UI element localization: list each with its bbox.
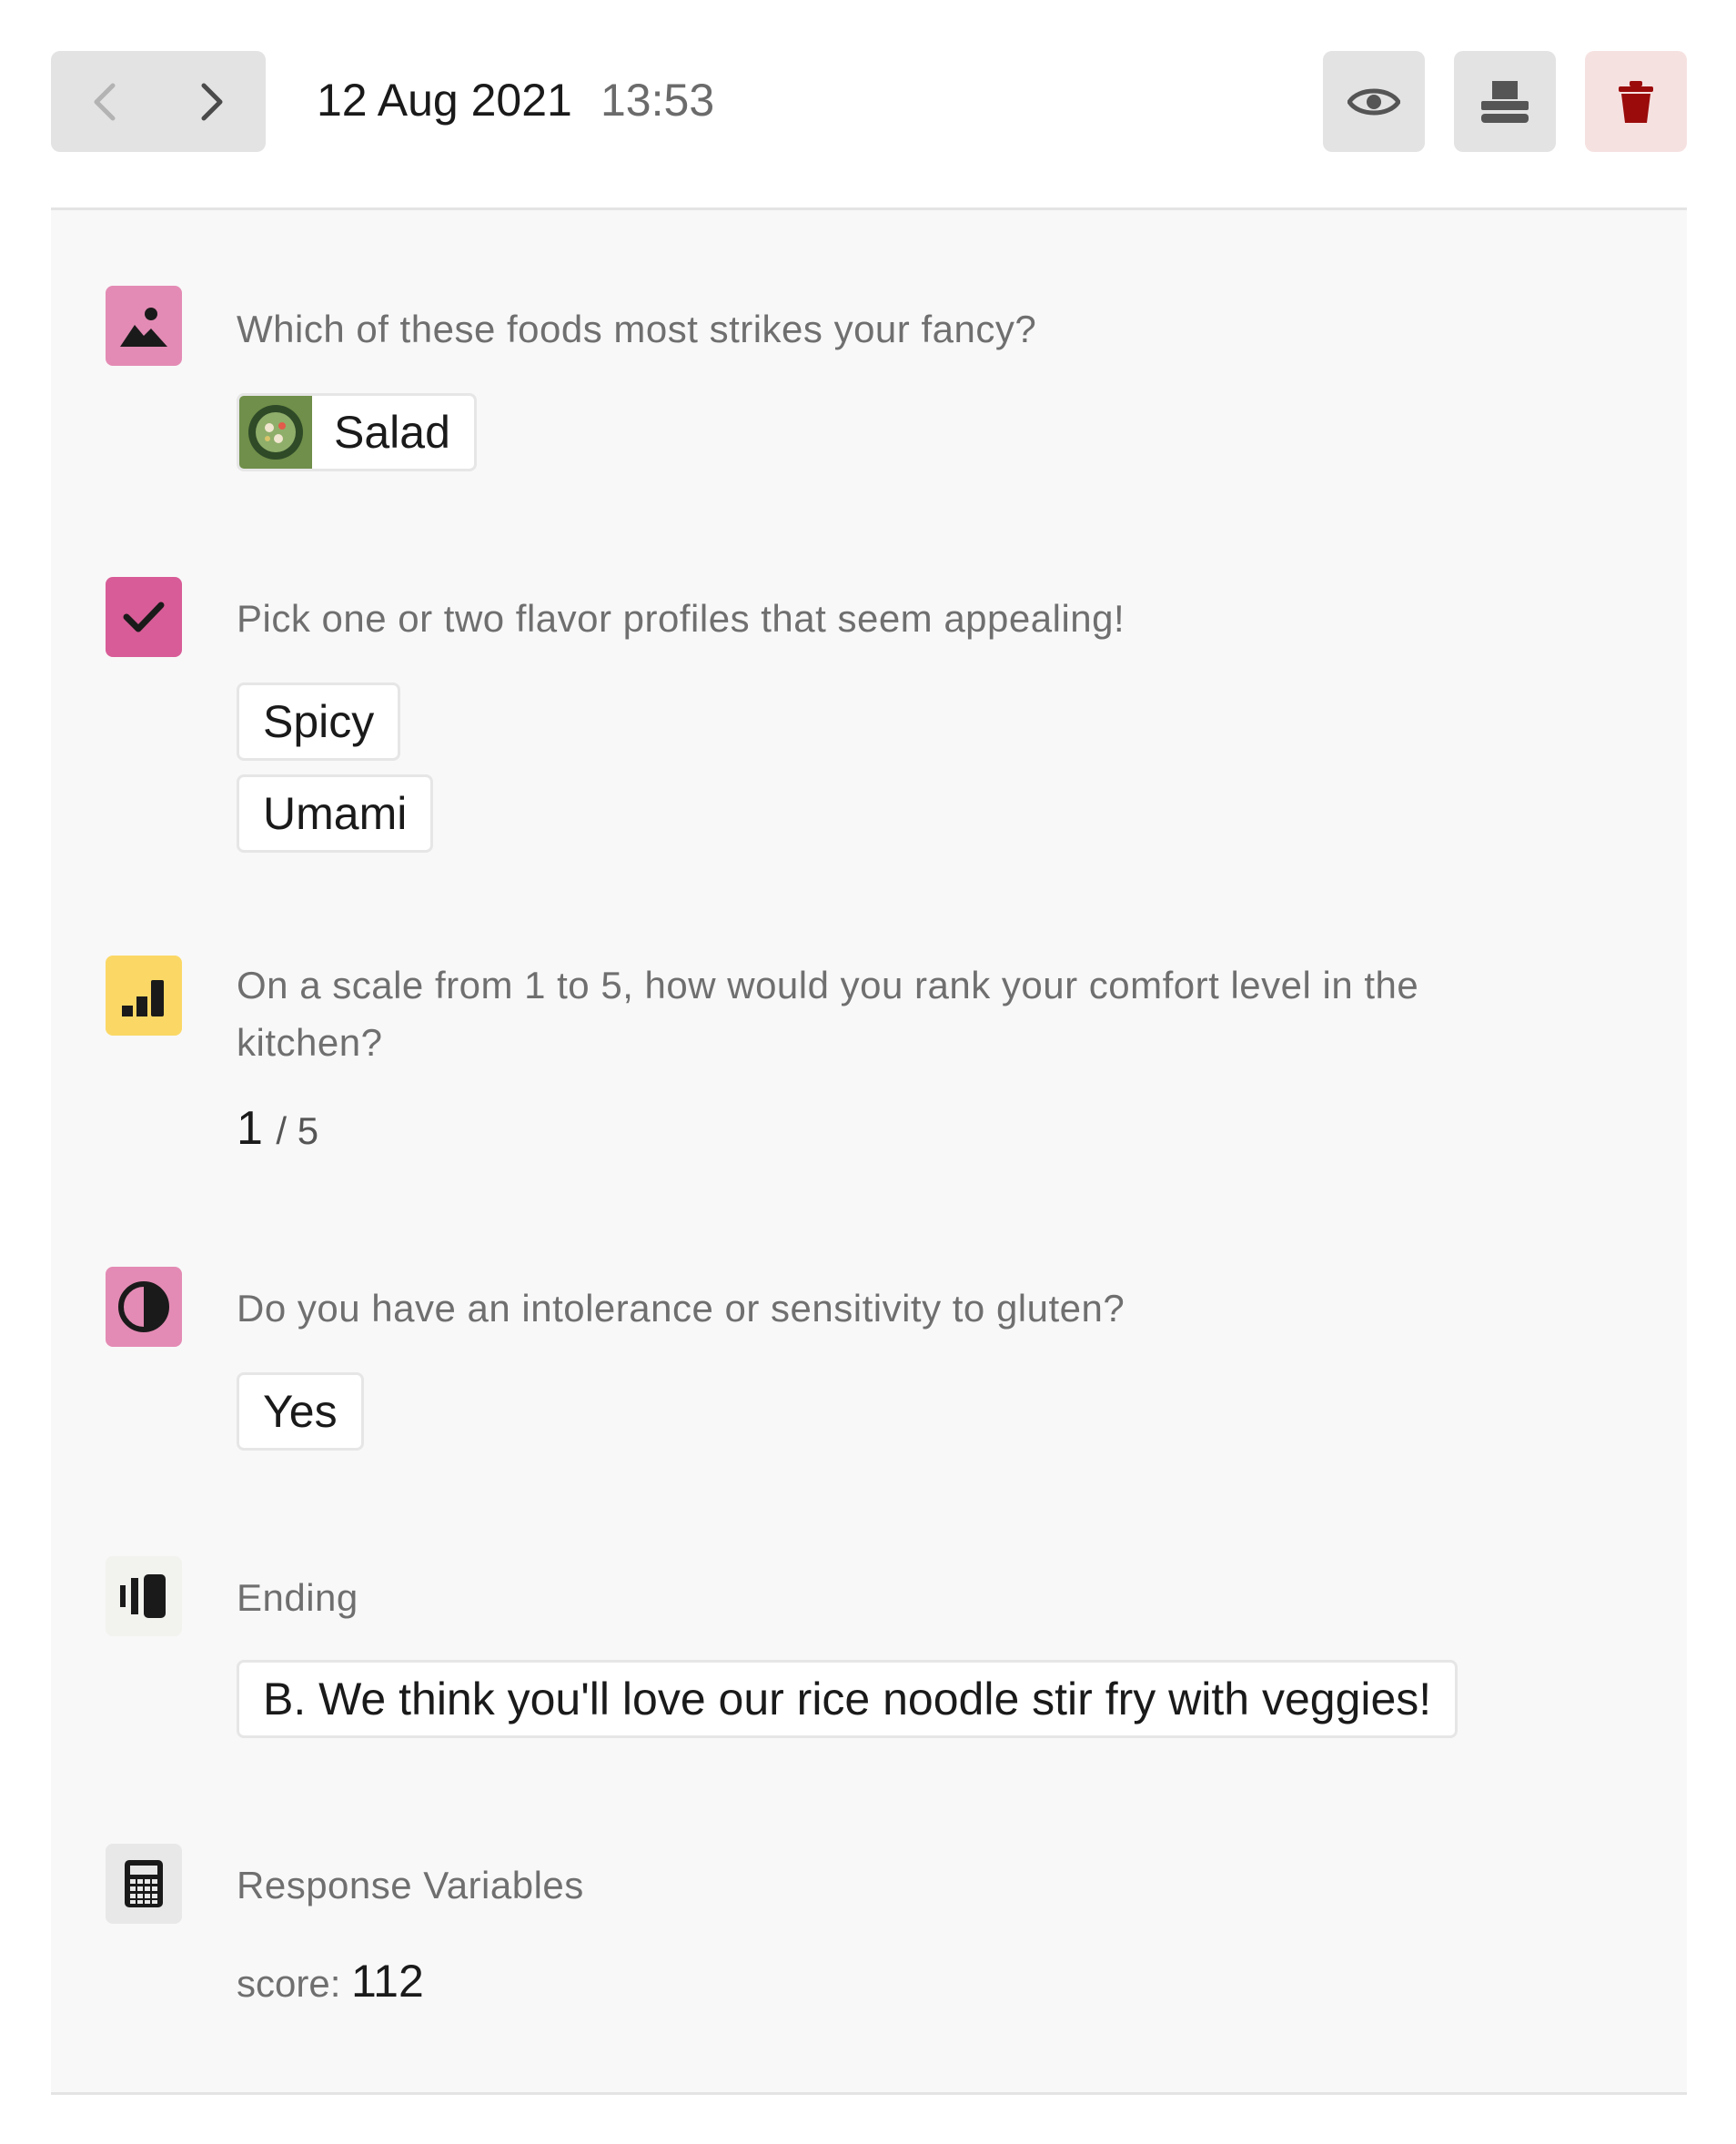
half-circle-icon <box>106 1267 182 1347</box>
question-label: Ending <box>237 1576 358 1619</box>
score-label: score: <box>237 1962 341 2005</box>
answer-text: B. We think you'll love our rice noodle … <box>263 1674 1432 1724</box>
response-navigation <box>51 51 266 152</box>
answer-chip: Yes <box>237 1372 364 1451</box>
answer-text: Umami <box>263 788 408 839</box>
ending-icon <box>106 1556 182 1636</box>
answer-text: Yes <box>263 1386 338 1437</box>
answer-chip: Spicy <box>237 683 401 761</box>
response-header: 12 Aug 2021 13:53 <box>0 0 1736 207</box>
score-value: 112 <box>351 1956 424 2007</box>
response-date: 12 Aug 2021 <box>317 75 572 126</box>
image-icon <box>106 286 182 366</box>
answer-chip: Umami <box>237 774 434 853</box>
calculator-icon <box>106 1844 182 1924</box>
answer-chip: B. We think you'll love our rice noodle … <box>237 1660 1458 1738</box>
delete-button[interactable] <box>1585 51 1687 152</box>
chevron-right-icon <box>201 83 223 120</box>
response-time: 13:53 <box>601 75 715 126</box>
print-button[interactable] <box>1454 51 1556 152</box>
question-label: Pick one or two flavor profiles that see… <box>237 597 1125 640</box>
scale-max: / 5 <box>276 1109 319 1152</box>
scale-value: 1 / 5 <box>237 1101 318 1156</box>
question-label: Response Variables <box>237 1864 584 1906</box>
scale-selected: 1 <box>237 1102 263 1155</box>
score-variable: score: 112 <box>237 1955 424 2007</box>
answer-text: Spicy <box>263 696 375 747</box>
answer-text: Salad <box>334 407 450 458</box>
eye-icon <box>1347 88 1400 115</box>
next-response-button[interactable] <box>158 51 266 152</box>
trash-icon <box>1619 80 1653 123</box>
view-button[interactable] <box>1323 51 1425 152</box>
salad-thumbnail <box>239 396 312 469</box>
chevron-left-icon <box>94 83 116 120</box>
answer-chip: Salad <box>237 393 477 471</box>
checkmark-icon <box>106 577 182 657</box>
question-label: Do you have an intolerance or sensitivit… <box>237 1287 1125 1330</box>
question-label: Which of these foods most strikes your f… <box>237 308 1037 350</box>
printer-icon <box>1481 80 1529 123</box>
previous-response-button[interactable] <box>51 51 158 152</box>
question-label: On a scale from 1 to 5, how would you ra… <box>237 964 1419 1064</box>
bar-chart-icon <box>106 956 182 1036</box>
